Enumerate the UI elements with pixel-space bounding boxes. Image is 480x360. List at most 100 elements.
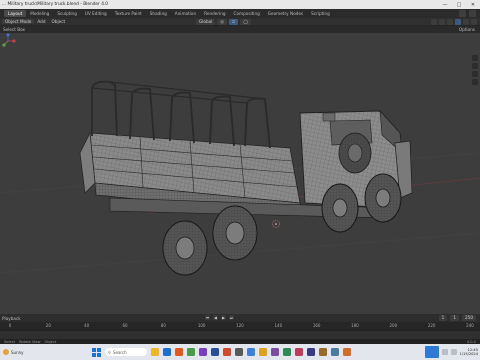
app-icon-12[interactable] [283,348,291,356]
minimize-icon[interactable]: — [438,0,452,9]
rear-wheel-2 [212,205,258,261]
tab-layout[interactable]: Layout [4,10,27,17]
ruler-tick: 160 [312,323,321,328]
ruler-tick: 220 [427,323,436,328]
app-icon-8[interactable] [235,348,243,356]
current-frame-field[interactable]: 1 [438,315,448,321]
photoshop-icon[interactable] [211,348,219,356]
ruler-tick: 60 [122,323,128,328]
weather-label: Sunny [11,349,24,355]
app-icon-15[interactable] [319,348,327,356]
start-frame-field[interactable]: 1 [450,315,459,321]
system-tray: 12:45 1/15/2024 [424,346,478,358]
visibility-icon[interactable] [431,19,437,25]
end-frame-field[interactable]: 250 [462,315,476,321]
blender-icon[interactable] [175,348,183,356]
timeline-ruler[interactable]: 0 20 40 60 80 100 120 140 160 180 200 220 240 [0,322,480,330]
window-title: ... Military truck\Military truck.blend … [2,2,109,7]
tool-header: Select Box Options [0,26,480,33]
status-rotate: Rotate View [19,339,41,344]
status-context: Object [44,339,57,344]
jump-end-icon[interactable]: ⏭ [229,315,234,320]
tab-rendering[interactable]: Rendering [200,10,229,17]
tab-texture-paint[interactable]: Texture Paint [111,10,146,17]
mode-selector[interactable]: Object Mode [2,19,35,24]
app-icon-16[interactable] [331,348,339,356]
overlay-icon[interactable] [439,19,445,25]
tab-uv-editing[interactable]: UV Editing [81,10,111,17]
perspective-icon[interactable] [472,79,478,85]
zoom-icon[interactable] [472,55,478,61]
app-icon-17[interactable] [343,348,351,356]
snap-icon[interactable]: ⎋ [229,19,239,25]
os-taskbar: Sunny ⚲ Search 12:45 1/15/2024 [0,344,480,360]
ruler-tick: 100 [197,323,206,328]
tab-modeling[interactable]: Modeling [26,10,53,17]
camera-icon[interactable] [472,71,478,77]
ruler-tick: 240 [466,323,474,328]
3d-viewport[interactable] [0,33,480,314]
proportional-icon[interactable]: ◯ [240,19,252,25]
navigation-gizmo[interactable] [0,33,16,49]
tab-shading[interactable]: Shading [146,10,171,17]
solid-shading-icon[interactable] [455,19,461,25]
tab-animation[interactable]: Animation [171,10,200,17]
search-icon: ⚲ [108,349,111,355]
app-icon-13[interactable] [295,348,303,356]
weather-widget[interactable]: Sunny [0,349,40,355]
app-icon-14[interactable] [307,348,315,356]
workspace-tabs: Layout Modeling Sculpting UV Editing Texture… [0,9,334,18]
blender-version: 4.0.2 [466,339,476,344]
truck-wireframe-model[interactable] [0,33,480,314]
pan-icon[interactable] [472,63,478,69]
app-icon-11[interactable] [271,348,279,356]
ruler-tick: 120 [236,323,244,328]
top-right-controls [459,10,476,17]
chrome-icon[interactable] [187,348,195,356]
tab-sculpting[interactable]: Sculpting [53,10,81,17]
app-icon-7[interactable] [223,348,231,356]
ruler-tick: 0 [8,323,12,328]
transform-controls: Global ◎ ⎋ ◯ [196,19,252,25]
tab-geometry-nodes[interactable]: Geometry Nodes [264,10,307,17]
transform-orientation[interactable]: Global [196,19,216,25]
jump-start-icon[interactable]: ⏮ [205,315,210,320]
app-icon-9[interactable] [247,348,255,356]
window-controls: — □ ✕ [438,0,480,9]
options-menu[interactable]: Options [456,27,478,32]
close-icon[interactable]: ✕ [466,0,480,9]
app-icon-10[interactable] [259,348,267,356]
play-icon[interactable]: ▶ [221,315,226,320]
maximize-icon[interactable]: □ [452,0,466,9]
ruler-tick: 20 [45,323,51,328]
file-explorer-icon[interactable] [151,348,159,356]
status-select: Select [4,339,16,344]
tab-scripting[interactable]: Scripting [307,10,334,17]
volume-icon[interactable] [450,349,457,355]
app-icon-5[interactable] [199,348,207,356]
menu-add[interactable]: Add [34,19,48,24]
taskbar-search[interactable]: ⚲ Search [105,348,147,356]
ruler-tick: 140 [274,323,283,328]
play-reverse-icon[interactable]: ◀ [213,315,218,320]
tab-compositing[interactable]: Compositing [230,10,264,17]
menu-object[interactable]: Object [49,19,69,24]
scene-icon[interactable] [459,10,466,17]
clock[interactable]: 12:45 1/15/2024 [460,348,478,357]
select-box-tool[interactable]: Select Box [0,27,28,32]
edge-icon[interactable] [163,348,171,356]
active-app-thumbnail[interactable] [424,346,439,358]
playback-menu[interactable]: Playback [0,316,21,321]
network-icon[interactable] [441,349,448,355]
timeline-track[interactable] [0,330,480,339]
material-shading-icon[interactable] [463,19,469,25]
rendered-shading-icon[interactable] [471,19,477,25]
view-layer-icon[interactable] [469,10,476,17]
ruler-tick: 180 [351,323,359,328]
search-placeholder: Search [112,349,127,355]
xray-icon[interactable] [447,19,453,25]
ruler-tick: 40 [84,323,90,328]
pivot-icon[interactable]: ◎ [217,19,228,25]
start-button[interactable] [92,347,101,357]
shading-controls [431,19,477,25]
